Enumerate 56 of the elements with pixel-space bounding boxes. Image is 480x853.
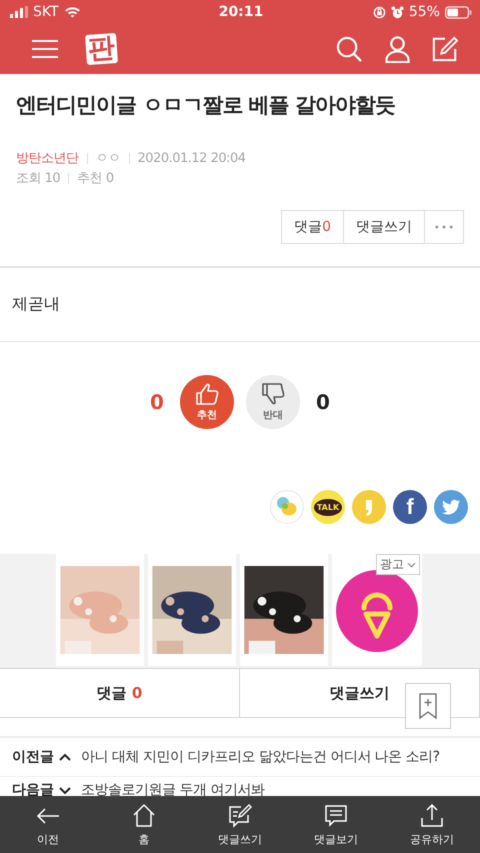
ad-card[interactable] [240, 554, 328, 666]
post-link[interactable]: 아니 대체 지민이 디카프리오 닮았다는건 어디서 나온 소리? [81, 748, 440, 766]
signal-icon [10, 6, 28, 18]
alarm-icon [390, 6, 404, 18]
bird-icon[interactable] [434, 490, 468, 524]
view-count: 조회 10 [16, 170, 60, 187]
clock-time: 20:11 [218, 4, 264, 20]
menu-icon[interactable] [32, 39, 58, 59]
ice-cream-logo-icon[interactable] [336, 570, 418, 652]
oppose-count: 0 [315, 390, 331, 414]
chat-bubbles-icon[interactable] [270, 490, 304, 524]
comments-button[interactable]: 댓글0 [281, 210, 344, 244]
share-icon [419, 802, 445, 828]
thumbs-up-icon [194, 382, 220, 406]
recommend-count: 추천 0 [77, 170, 114, 187]
comments-tab[interactable]: 댓글 0 [0, 669, 240, 717]
rotation-lock-icon [372, 6, 386, 18]
write-comment-button[interactable]: 댓글쓰기 [343, 210, 425, 244]
bookmark-icon [418, 693, 438, 719]
recommend-button[interactable]: 추천 [180, 375, 234, 429]
nav-button[interactable]: 공유하기 [384, 796, 480, 853]
adjacent-label[interactable]: 이전글 [12, 748, 71, 766]
search-icon[interactable] [336, 36, 363, 62]
nav-button[interactable]: 홈 [96, 796, 192, 853]
chevron-up-icon [59, 752, 71, 762]
board-link[interactable]: 방탄소년단 [16, 149, 78, 167]
recommend-count: 0 [149, 390, 165, 414]
nav-button[interactable]: 댓글보기 [288, 796, 384, 853]
battery-icon [444, 6, 472, 18]
chevron-down-icon [407, 562, 416, 568]
bookmark-button[interactable] [405, 683, 451, 729]
facebook-button[interactable]: f [393, 490, 427, 524]
post-body: 제곧내 [0, 268, 480, 342]
person-icon[interactable] [385, 36, 410, 62]
home-icon [131, 802, 157, 828]
edit-icon[interactable] [432, 36, 458, 62]
post-link[interactable]: 조방솔로기원글 두개 여기서봐 [81, 781, 264, 799]
more-icon [435, 225, 453, 229]
post-date: 2020.01.12 20:04 [138, 150, 246, 166]
adjacent-label[interactable]: 다음글 [12, 781, 71, 799]
oppose-button[interactable]: 반대 [246, 375, 300, 429]
thumbs-down-icon [260, 382, 286, 406]
carrier-name: SKT [33, 4, 59, 20]
ad-label-button[interactable]: 광고 [376, 554, 420, 575]
app-logo[interactable]: 판 [85, 32, 118, 66]
speech-bubble-icon [323, 802, 349, 828]
kakaotalk-button[interactable]: TALK [311, 490, 345, 524]
battery-percent: 55% [408, 4, 440, 20]
chevron-down-icon [59, 786, 71, 794]
author-name: ㅇㅇ [96, 150, 120, 167]
ad-card[interactable] [148, 554, 236, 666]
wifi-icon [64, 6, 81, 18]
nav-button[interactable]: 이전 [0, 796, 96, 853]
nav-button[interactable]: 댓글쓰기 [192, 796, 288, 853]
post-title: 엔터디민이글 ㅇㅁㄱ짤로 베플 갈아야할듯 [16, 92, 396, 119]
comment-pencil-icon [227, 802, 253, 828]
